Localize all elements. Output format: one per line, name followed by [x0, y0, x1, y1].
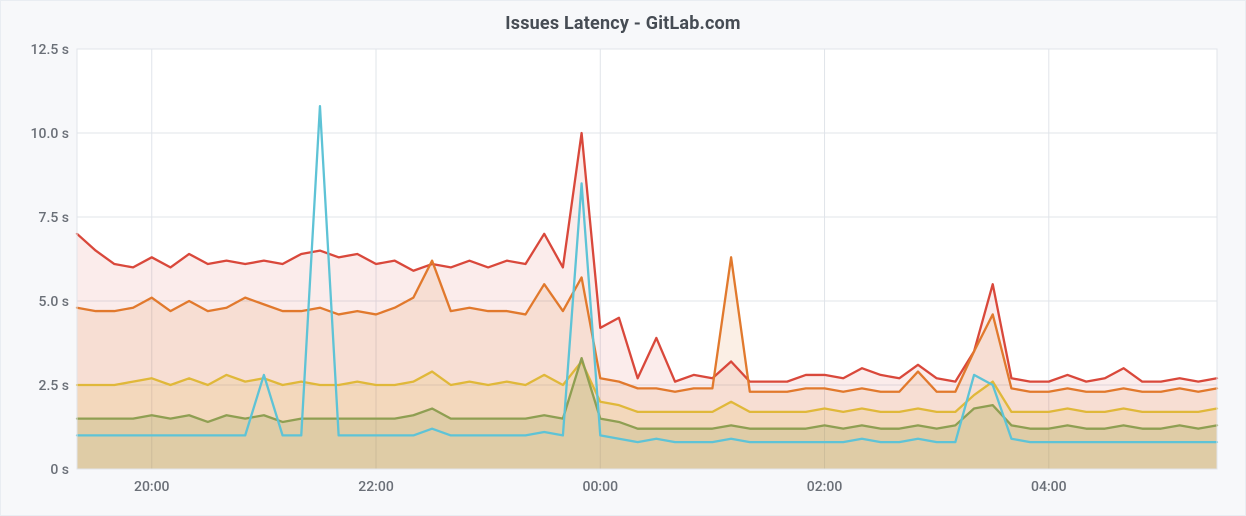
y-axis-label: 10.0 s — [31, 126, 69, 142]
y-axis-label: 2.5 s — [39, 378, 70, 394]
y-axis-label: 0 s — [50, 462, 69, 478]
y-axis-label: 12.5 s — [31, 42, 69, 58]
chart-panel: Issues Latency - GitLab.com 0 s 2.5 s 5.0 … — [0, 0, 1246, 516]
plot-area: 0 s 2.5 s 5.0 s 7.5 s 10.0 s 12.5 s 20:00 22:00… — [17, 41, 1229, 499]
y-axis-label: 7.5 s — [39, 210, 70, 226]
y-axis-label: 5.0 s — [39, 294, 70, 310]
chart-title: Issues Latency - GitLab.com — [17, 13, 1229, 34]
line-chart: 0 s 2.5 s 5.0 s 7.5 s 10.0 s 12.5 s 20:00 22:00… — [17, 41, 1229, 499]
x-axis-label: 22:00 — [358, 479, 394, 495]
x-axis-label: 02:00 — [807, 479, 843, 495]
x-axis-label: 20:00 — [134, 479, 170, 495]
x-axis-label: 00:00 — [583, 479, 619, 495]
x-axis-label: 04:00 — [1031, 479, 1067, 495]
